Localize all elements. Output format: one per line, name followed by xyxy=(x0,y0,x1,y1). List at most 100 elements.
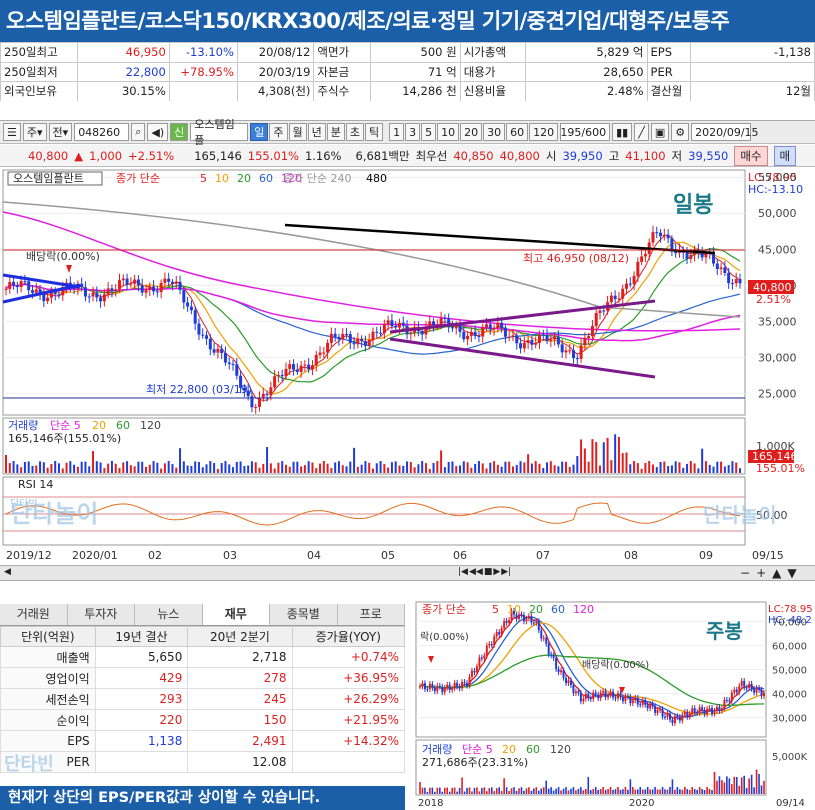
speaker-icon[interactable]: ◀) xyxy=(147,123,169,141)
candle-body xyxy=(560,344,564,353)
buy-button[interactable]: 매수 xyxy=(734,145,768,166)
period-2[interactable]: 월 xyxy=(288,123,307,141)
period-5[interactable]: 초 xyxy=(345,123,364,141)
period-0[interactable]: 일 xyxy=(250,123,269,141)
fin-cell: 5,650 xyxy=(94,646,189,668)
prev-icon[interactable]: ◀◀ xyxy=(469,567,483,577)
info-cell xyxy=(168,81,238,102)
hc-label: HC:-13.10 xyxy=(748,183,803,196)
daily-candle-chart[interactable]: 오스템임플란트 종가 단순 5 10 20 60 120 종가 단순 240 480 일… xyxy=(0,167,815,565)
weekly-volume-bar xyxy=(693,789,696,794)
info-row: 250일최저 22,800 +78.95% 20/03/19 자본금 71 억 대용가 28,… xyxy=(0,61,815,83)
period-1[interactable]: 주 xyxy=(269,123,288,141)
draw-icon[interactable]: ╱ xyxy=(634,123,649,141)
weekly-candle xyxy=(604,691,607,698)
weekly-volume-bar xyxy=(493,791,496,794)
volume-bar xyxy=(235,461,238,473)
weekly-candle xyxy=(535,621,538,623)
playback-controls[interactable]: |◀ ◀◀ ■ ▶ ▶| xyxy=(458,567,511,577)
candle-body xyxy=(295,369,299,372)
volume-bar xyxy=(682,467,685,473)
fin-table: 단위(억원) 19년 결산 20년 2분기 증가율(YOY) 매출액 5,650 2,71… xyxy=(0,626,406,773)
low-annotation: 최저 22,800 (03/19) xyxy=(146,383,252,396)
up-icon[interactable]: ▲ xyxy=(772,566,781,580)
weekly-vol-ma-20: 20 xyxy=(502,743,516,756)
interval-20[interactable]: 20 xyxy=(460,123,483,141)
interval-60[interactable]: 60 xyxy=(506,123,529,141)
fin-row: 매출액 5,650 2,718 +0.74% xyxy=(0,646,406,668)
zoom-out-icon[interactable]: − xyxy=(740,566,750,580)
weekly-vol-ma-60: 60 xyxy=(526,743,540,756)
volume-bar xyxy=(447,461,450,473)
weekly-volume-bar xyxy=(510,788,513,794)
x-label: 09/15 xyxy=(752,549,784,562)
next-icon[interactable]: ▶ xyxy=(493,567,500,577)
first-icon[interactable]: |◀ xyxy=(458,567,468,577)
candle-body xyxy=(360,339,364,342)
weekly-volume-tick: 5,000K xyxy=(772,752,808,763)
weekly-candle xyxy=(656,710,659,713)
interval-1[interactable]: 1 xyxy=(389,123,405,141)
tab-1[interactable]: 투자자 xyxy=(68,604,135,625)
tab-2[interactable]: 뉴스 xyxy=(135,604,203,625)
info-cell: 자본금 xyxy=(313,61,371,83)
weekly-volume-bar xyxy=(679,789,681,794)
candle-body xyxy=(280,375,284,377)
chart-type-icon[interactable]: ▮▮ xyxy=(612,123,633,141)
scroll-left-icon[interactable]: ◀ xyxy=(4,567,14,579)
period-4[interactable]: 분 xyxy=(326,123,345,141)
search-icon[interactable]: ⌕ xyxy=(131,123,146,141)
stop-icon[interactable]: ■ xyxy=(484,567,493,577)
tab-4[interactable]: 종목별 xyxy=(270,604,338,625)
interval-30[interactable]: 30 xyxy=(483,123,506,141)
info-cell: 외국인보유 xyxy=(0,81,78,102)
volume-bar xyxy=(413,467,416,473)
current-price: 40,800 xyxy=(28,148,69,163)
market-select[interactable]: 주 ▾ xyxy=(22,123,47,141)
period-6[interactable]: 틱 xyxy=(365,123,384,141)
candle-body xyxy=(23,281,27,283)
interval-120[interactable]: 120 xyxy=(529,123,559,141)
interval-3[interactable]: 3 xyxy=(405,123,421,141)
zoom-in-icon[interactable]: + xyxy=(756,566,766,580)
volume-bar xyxy=(689,461,692,473)
candle-body xyxy=(685,252,689,259)
candle-body xyxy=(541,334,545,336)
high-label: 고 xyxy=(608,148,620,163)
down-icon[interactable]: ▼ xyxy=(787,566,796,580)
weekly-volume-bar xyxy=(453,787,456,794)
type-select[interactable]: 전 ▾ xyxy=(48,123,73,141)
tab-3[interactable]: 재무 xyxy=(202,604,270,625)
volume-bar xyxy=(417,464,420,473)
volume-bar xyxy=(167,461,170,473)
weekly-candle-chart[interactable]: 종가 단순 5 10 20 60 120 주봉 LC:78.95 HC:-48.2 락(… xyxy=(414,600,815,810)
interval-5[interactable]: 5 xyxy=(421,123,437,141)
tab-5[interactable]: 프로 xyxy=(338,604,405,625)
candle-body xyxy=(170,281,174,284)
weekly-volume-bar xyxy=(619,789,622,794)
stock-code-input[interactable]: 048260 xyxy=(74,123,130,141)
menu-icon[interactable]: ☰ xyxy=(3,123,21,141)
weekly-volume-bar xyxy=(446,787,449,794)
interval-10[interactable]: 10 xyxy=(437,123,460,141)
date-input[interactable]: 2020/09/15 xyxy=(691,123,759,141)
volume-bar xyxy=(277,462,280,473)
count-input[interactable]: 195/600 xyxy=(560,123,611,141)
period-3[interactable]: 년 xyxy=(307,123,326,141)
weekly-volume-bar xyxy=(604,789,607,794)
volume-bar xyxy=(201,467,204,473)
weekly-volume-bar xyxy=(513,787,515,794)
gear-icon[interactable]: ⚙ xyxy=(671,123,690,141)
volume-bar xyxy=(284,464,287,473)
tab-0[interactable]: 거래원 xyxy=(0,604,68,625)
zoom-controls[interactable]: − + ▲ ▼ xyxy=(740,566,797,580)
chart-scrollbar[interactable]: ◀ |◀ ◀◀ ■ ▶ ▶| − + ▲ ▼ xyxy=(0,565,815,581)
weekly-candle xyxy=(579,692,582,702)
weekly-volume-bar xyxy=(632,787,634,794)
fin-header: 단위(억원) xyxy=(0,626,96,647)
last-icon[interactable]: ▶| xyxy=(501,567,511,577)
candle-body xyxy=(227,362,231,364)
save-icon[interactable]: ▣ xyxy=(650,123,670,141)
weekly-volume-bar xyxy=(664,789,666,794)
sell-button[interactable]: 매 xyxy=(773,145,797,166)
